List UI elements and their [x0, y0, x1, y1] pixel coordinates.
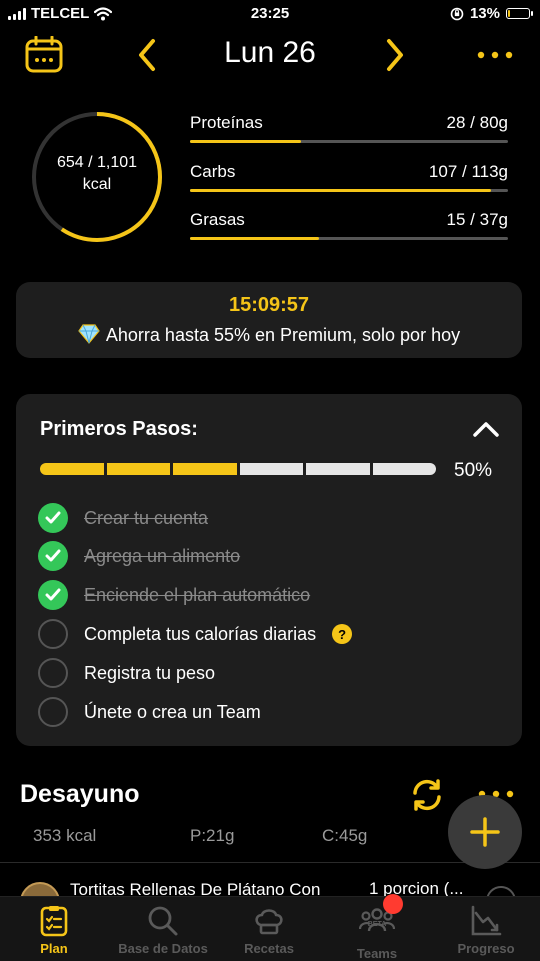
step-log-weight[interactable]: Registra tu peso — [38, 657, 215, 689]
empty-circle-icon — [38, 619, 68, 649]
help-icon[interactable]: ? — [332, 624, 353, 644]
check-circle-icon — [38, 503, 68, 533]
refresh-icon — [413, 779, 441, 811]
macro-value: 15 / 37g — [446, 210, 508, 229]
tab-teams[interactable]: BETA Teams — [337, 894, 417, 961]
steps-progress-bar — [40, 463, 436, 475]
tab-database[interactable]: Base de Datos — [110, 897, 216, 961]
chevron-right-icon — [387, 39, 403, 71]
macro-progress-bar — [190, 140, 508, 143]
divider — [0, 862, 540, 863]
chart-down-icon — [471, 905, 502, 936]
add-food-button[interactable] — [448, 795, 522, 869]
calorie-summary: 654 / 1,101 kcal — [33, 152, 161, 196]
beta-badge: BETA — [367, 921, 387, 928]
clipboard-check-icon — [40, 906, 68, 937]
progress-segment — [40, 463, 104, 475]
progress-segment — [372, 463, 436, 475]
collapse-button[interactable] — [468, 414, 504, 444]
macro-progress-bar — [190, 189, 508, 192]
progress-segment — [173, 463, 237, 475]
diamond-icon — [78, 324, 100, 344]
chevron-up-icon — [473, 422, 499, 437]
tab-label: Progreso — [457, 941, 515, 956]
step-label: Crear tu cuenta — [84, 507, 209, 528]
step-label: Completa tus calorías diarias — [84, 623, 317, 644]
promo-countdown: 15:09:57 — [228, 294, 310, 316]
meal-carbs: C:45g — [322, 826, 368, 845]
empty-circle-icon — [38, 658, 68, 688]
step-label: Enciende el plan automático — [84, 584, 311, 605]
check-circle-icon — [38, 541, 68, 571]
steps-percent: 50% — [454, 460, 493, 481]
progress-segment — [106, 463, 170, 475]
macro-protein: Proteínas 28 / 80g — [190, 113, 508, 143]
step-join-team[interactable]: Únete o crea un Team — [38, 696, 261, 728]
meal-title: Desayuno — [20, 780, 140, 808]
meal-protein: P:21g — [190, 826, 235, 845]
more-options-button[interactable] — [474, 40, 516, 70]
premium-promo-card[interactable]: 15:09:57 Ahorra hasta 55% en Premium, so… — [16, 282, 522, 358]
macro-carbs: Carbs 107 / 113g — [190, 162, 508, 192]
orientation-lock-icon — [450, 7, 464, 20]
step-daily-calories[interactable]: Completa tus calorías diarias ? — [38, 618, 353, 650]
step-label: Agrega un alimento — [84, 545, 241, 566]
step-create-account[interactable]: Crear tu cuenta — [38, 502, 208, 534]
tab-label: Base de Datos — [118, 941, 208, 956]
progress-segment — [306, 463, 370, 475]
empty-circle-icon — [38, 697, 68, 727]
meal-kcal: 353 kcal — [33, 826, 97, 845]
step-label: Únete o crea un Team — [84, 701, 261, 722]
search-icon — [148, 906, 178, 936]
first-steps-title: Primeros Pasos: — [40, 418, 198, 440]
battery-icon — [506, 8, 533, 19]
calorie-values: 654 / 1,101 — [56, 154, 138, 171]
teams-icon-wrap: BETA — [358, 894, 403, 942]
promo-message-row: Ahorra hasta 55% en Premium, solo por ho… — [16, 324, 522, 346]
tab-bar: Plan Base de Datos Recetas BETA Teams Pr… — [0, 894, 540, 961]
date-title: Lun 26 — [224, 36, 316, 69]
macro-label: Proteínas — [190, 113, 263, 132]
plus-icon — [470, 817, 500, 847]
tab-label: Plan — [40, 941, 68, 956]
macro-label: Carbs — [190, 162, 236, 181]
calorie-unit: kcal — [82, 176, 112, 193]
swap-meal-button[interactable] — [406, 774, 448, 816]
tab-recipes[interactable]: Recetas — [229, 897, 309, 961]
tab-label: Recetas — [244, 941, 294, 956]
macro-fat: Grasas 15 / 37g — [190, 210, 508, 240]
first-steps-card: Primeros Pasos: 50% Crear tu cuenta Agre… — [16, 394, 522, 746]
step-label: Registra tu peso — [84, 662, 216, 683]
tab-plan[interactable]: Plan — [14, 897, 94, 961]
check-circle-icon — [38, 580, 68, 610]
step-auto-plan[interactable]: Enciende el plan automático — [38, 579, 310, 611]
macro-label: Grasas — [190, 210, 245, 229]
macro-value: 28 / 80g — [446, 113, 508, 132]
step-add-food[interactable]: Agrega un alimento — [38, 540, 240, 572]
battery-percent: 13% — [469, 5, 500, 22]
battery-info: 13% — [450, 5, 533, 22]
more-dots-icon — [477, 51, 513, 59]
notification-dot — [383, 894, 403, 914]
macro-value: 107 / 113g — [428, 162, 508, 181]
macro-progress-bar — [190, 237, 508, 240]
next-day-button[interactable] — [380, 35, 410, 75]
tab-label: Teams — [356, 946, 398, 961]
chef-hat-icon — [255, 909, 283, 935]
promo-message: Ahorra hasta 55% en Premium, solo por ho… — [105, 325, 461, 345]
status-bar: TELCEL 23:25 13% — [0, 0, 540, 28]
tab-progress[interactable]: Progreso — [446, 897, 526, 961]
progress-segment — [239, 463, 303, 475]
